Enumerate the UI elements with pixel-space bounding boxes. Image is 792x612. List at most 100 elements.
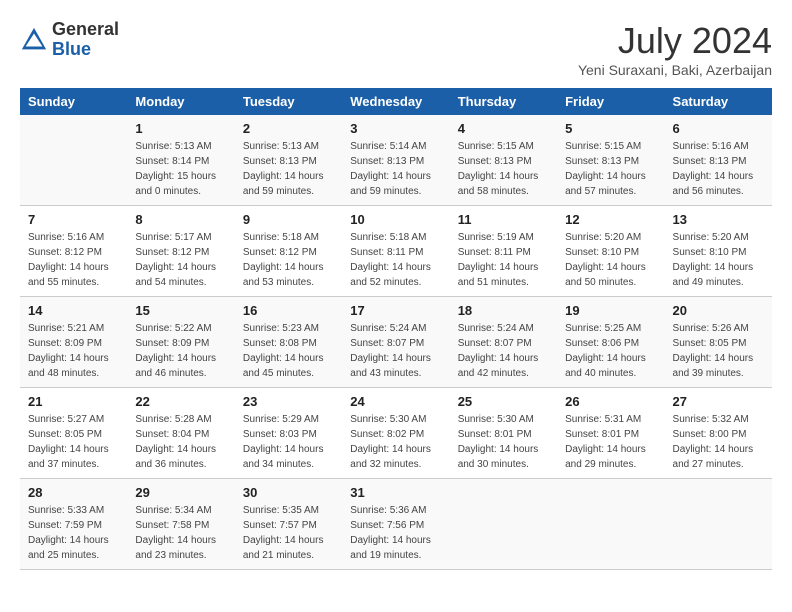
day-number: 31	[350, 485, 441, 500]
calendar-cell: 1Sunrise: 5:13 AM Sunset: 8:14 PM Daylig…	[127, 115, 234, 206]
day-number: 25	[458, 394, 549, 409]
day-number: 15	[135, 303, 226, 318]
day-info: Sunrise: 5:16 AM Sunset: 8:13 PM Dayligh…	[673, 139, 764, 199]
calendar-cell: 6 Sunrise: 5:16 AM Sunset: 8:13 PM Daylig…	[665, 115, 772, 206]
calendar-cell: 4 Sunrise: 5:15 AM Sunset: 8:13 PM Daylig…	[450, 115, 557, 206]
calendar-cell: 24 Sunrise: 5:30 AM Sunset: 8:02 PM Dayli…	[342, 388, 449, 479]
calendar-cell	[20, 115, 127, 206]
calendar-week-row: 7 Sunrise: 5:16 AM Sunset: 8:12 PM Daylig…	[20, 206, 772, 297]
day-number: 3	[350, 121, 441, 136]
calendar-cell: 7 Sunrise: 5:16 AM Sunset: 8:12 PM Daylig…	[20, 206, 127, 297]
day-info: Sunrise: 5:25 AM Sunset: 8:06 PM Dayligh…	[565, 321, 656, 381]
calendar-cell: 15 Sunrise: 5:22 AM Sunset: 8:09 PM Dayli…	[127, 297, 234, 388]
day-number: 1	[135, 121, 226, 136]
calendar-week-row: 28 Sunrise: 5:33 AM Sunset: 7:59 PM Dayli…	[20, 479, 772, 570]
calendar-cell: 10Sunrise: 5:18 AM Sunset: 8:11 PM Dayli…	[342, 206, 449, 297]
day-number: 27	[673, 394, 764, 409]
day-info: Sunrise: 5:30 AM Sunset: 8:02 PM Dayligh…	[350, 412, 441, 472]
day-info: Sunrise: 5:26 AM Sunset: 8:05 PM Dayligh…	[673, 321, 764, 381]
calendar-cell: 31 Sunrise: 5:36 AM Sunset: 7:56 PM Dayli…	[342, 479, 449, 570]
calendar-cell: 12 Sunrise: 5:20 AM Sunset: 8:10 PM Dayli…	[557, 206, 664, 297]
day-info: Sunrise: 5:21 AM Sunset: 8:09 PM Dayligh…	[28, 321, 119, 381]
day-info: Sunrise: 5:33 AM Sunset: 7:59 PM Dayligh…	[28, 503, 119, 563]
weekday-header-tuesday: Tuesday	[235, 88, 342, 115]
calendar-cell: 9 Sunrise: 5:18 AM Sunset: 8:12 PM Daylig…	[235, 206, 342, 297]
day-number: 4	[458, 121, 549, 136]
day-number: 21	[28, 394, 119, 409]
day-info: Sunrise: 5:36 AM Sunset: 7:56 PM Dayligh…	[350, 503, 441, 563]
calendar-cell: 28 Sunrise: 5:33 AM Sunset: 7:59 PM Dayli…	[20, 479, 127, 570]
day-number: 6	[673, 121, 764, 136]
day-info: Sunrise: 5:28 AM Sunset: 8:04 PM Dayligh…	[135, 412, 226, 472]
day-info: Sunrise: 5:15 AM Sunset: 8:13 PM Dayligh…	[565, 139, 656, 199]
day-info: Sunrise: 5:16 AM Sunset: 8:12 PM Dayligh…	[28, 230, 119, 290]
day-info: Sunrise: 5:18 AM Sunset: 8:12 PM Dayligh…	[243, 230, 334, 290]
day-number: 7	[28, 212, 119, 227]
day-info: Sunrise: 5:35 AM Sunset: 7:57 PM Dayligh…	[243, 503, 334, 563]
day-number: 19	[565, 303, 656, 318]
day-info: Sunrise: 5:15 AM Sunset: 8:13 PM Dayligh…	[458, 139, 549, 199]
day-info: Sunrise: 5:32 AM Sunset: 8:00 PM Dayligh…	[673, 412, 764, 472]
day-number: 26	[565, 394, 656, 409]
calendar-cell	[450, 479, 557, 570]
calendar-week-row: 21Sunrise: 5:27 AM Sunset: 8:05 PM Dayli…	[20, 388, 772, 479]
day-info: Sunrise: 5:17 AM Sunset: 8:12 PM Dayligh…	[135, 230, 226, 290]
day-number: 9	[243, 212, 334, 227]
day-number: 29	[135, 485, 226, 500]
page-header: General Blue July 2024 Yeni Suraxani, Ba…	[20, 20, 772, 78]
calendar-cell: 2 Sunrise: 5:13 AM Sunset: 8:13 PM Daylig…	[235, 115, 342, 206]
calendar-cell: 21Sunrise: 5:27 AM Sunset: 8:05 PM Dayli…	[20, 388, 127, 479]
calendar-cell: 3Sunrise: 5:14 AM Sunset: 8:13 PM Daylig…	[342, 115, 449, 206]
weekday-header-sunday: Sunday	[20, 88, 127, 115]
day-info: Sunrise: 5:19 AM Sunset: 8:11 PM Dayligh…	[458, 230, 549, 290]
day-number: 8	[135, 212, 226, 227]
day-info: Sunrise: 5:18 AM Sunset: 8:11 PM Dayligh…	[350, 230, 441, 290]
day-info: Sunrise: 5:22 AM Sunset: 8:09 PM Dayligh…	[135, 321, 226, 381]
calendar-cell: 18Sunrise: 5:24 AM Sunset: 8:07 PM Dayli…	[450, 297, 557, 388]
calendar-cell: 17Sunrise: 5:24 AM Sunset: 8:07 PM Dayli…	[342, 297, 449, 388]
calendar-cell: 29 Sunrise: 5:34 AM Sunset: 7:58 PM Dayli…	[127, 479, 234, 570]
day-number: 28	[28, 485, 119, 500]
calendar-cell: 30 Sunrise: 5:35 AM Sunset: 7:57 PM Dayli…	[235, 479, 342, 570]
weekday-header-monday: Monday	[127, 88, 234, 115]
calendar-cell: 19 Sunrise: 5:25 AM Sunset: 8:06 PM Dayli…	[557, 297, 664, 388]
calendar-cell: 22 Sunrise: 5:28 AM Sunset: 8:04 PM Dayli…	[127, 388, 234, 479]
day-number: 20	[673, 303, 764, 318]
weekday-header-friday: Friday	[557, 88, 664, 115]
day-number: 14	[28, 303, 119, 318]
calendar-week-row: 1Sunrise: 5:13 AM Sunset: 8:14 PM Daylig…	[20, 115, 772, 206]
calendar-cell: 14 Sunrise: 5:21 AM Sunset: 8:09 PM Dayli…	[20, 297, 127, 388]
day-number: 16	[243, 303, 334, 318]
logo-general-text: General	[52, 20, 119, 40]
weekday-header-thursday: Thursday	[450, 88, 557, 115]
weekday-header-saturday: Saturday	[665, 88, 772, 115]
day-info: Sunrise: 5:34 AM Sunset: 7:58 PM Dayligh…	[135, 503, 226, 563]
day-info: Sunrise: 5:23 AM Sunset: 8:08 PM Dayligh…	[243, 321, 334, 381]
day-number: 12	[565, 212, 656, 227]
day-info: Sunrise: 5:20 AM Sunset: 8:10 PM Dayligh…	[565, 230, 656, 290]
title-block: July 2024 Yeni Suraxani, Baki, Azerbaija…	[578, 20, 772, 78]
day-info: Sunrise: 5:29 AM Sunset: 8:03 PM Dayligh…	[243, 412, 334, 472]
calendar-cell: 23 Sunrise: 5:29 AM Sunset: 8:03 PM Dayli…	[235, 388, 342, 479]
calendar-cell: 26Sunrise: 5:31 AM Sunset: 8:01 PM Dayli…	[557, 388, 664, 479]
day-info: Sunrise: 5:13 AM Sunset: 8:13 PM Dayligh…	[243, 139, 334, 199]
calendar-cell: 13Sunrise: 5:20 AM Sunset: 8:10 PM Dayli…	[665, 206, 772, 297]
calendar-cell	[557, 479, 664, 570]
location-text: Yeni Suraxani, Baki, Azerbaijan	[578, 62, 772, 78]
weekday-header-row: SundayMondayTuesdayWednesdayThursdayFrid…	[20, 88, 772, 115]
day-number: 22	[135, 394, 226, 409]
calendar-cell	[665, 479, 772, 570]
weekday-header-wednesday: Wednesday	[342, 88, 449, 115]
calendar-cell: 8 Sunrise: 5:17 AM Sunset: 8:12 PM Daylig…	[127, 206, 234, 297]
day-number: 23	[243, 394, 334, 409]
day-number: 30	[243, 485, 334, 500]
day-info: Sunrise: 5:20 AM Sunset: 8:10 PM Dayligh…	[673, 230, 764, 290]
day-number: 11	[458, 212, 549, 227]
calendar-cell: 20 Sunrise: 5:26 AM Sunset: 8:05 PM Dayli…	[665, 297, 772, 388]
calendar-cell: 27 Sunrise: 5:32 AM Sunset: 8:00 PM Dayli…	[665, 388, 772, 479]
day-number: 24	[350, 394, 441, 409]
day-info: Sunrise: 5:30 AM Sunset: 8:01 PM Dayligh…	[458, 412, 549, 472]
day-number: 2	[243, 121, 334, 136]
logo-text: General Blue	[52, 20, 119, 60]
calendar-cell: 16 Sunrise: 5:23 AM Sunset: 8:08 PM Dayli…	[235, 297, 342, 388]
